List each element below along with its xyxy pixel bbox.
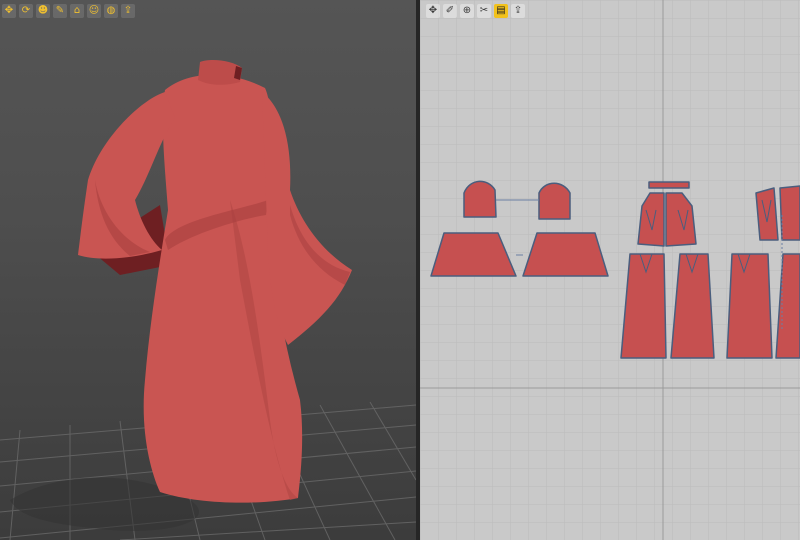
pattern-back-skirt-left[interactable]: [726, 253, 773, 359]
seam-tool-button[interactable]: ✂: [477, 4, 491, 18]
fold-tool-button[interactable]: ✎: [53, 4, 67, 18]
globe-texture-tool-button[interactable]: ◍: [104, 4, 118, 18]
segment-tool-button[interactable]: ⊕: [460, 4, 474, 18]
notch-icon: ⇪: [513, 5, 523, 16]
internal-line-tool-button[interactable]: ▤: [494, 4, 508, 18]
segment-icon: ⊕: [462, 5, 472, 16]
notch-tool-button[interactable]: ⇪: [511, 4, 525, 18]
seam-icon: ✂: [479, 5, 489, 16]
fold-icon: ✎: [55, 5, 65, 16]
hanger-icon: ⌂: [73, 5, 81, 16]
edit-pattern-icon: ✐: [445, 5, 455, 16]
avatar-tool-button[interactable]: ☻: [36, 4, 50, 18]
pattern-collar[interactable]: [648, 181, 690, 189]
measure-tool-button[interactable]: ☺: [87, 4, 101, 18]
gizmo-tool-button[interactable]: ⟳: [19, 4, 33, 18]
globe-texture-icon: ◍: [106, 5, 116, 16]
hanger-tool-button[interactable]: ⌂: [70, 4, 84, 18]
3d-scene[interactable]: [0, 0, 416, 540]
transform-pattern-icon: ✥: [428, 5, 438, 16]
avatar-icon: ☻: [37, 5, 49, 16]
pattern-back-bodice-right[interactable]: [779, 185, 800, 241]
pattern-back-bodice[interactable]: [755, 187, 779, 241]
2d-pattern-board[interactable]: [420, 0, 800, 540]
export-tool-button[interactable]: ⇪: [121, 4, 135, 18]
export-icon: ⇪: [123, 5, 133, 16]
pattern-sleeve-cap-right[interactable]: [538, 182, 571, 220]
transform-pattern-tool-button[interactable]: ✥: [426, 4, 440, 18]
2d-pattern-window[interactable]: ✥ ✐ ⊕ ✂ ▤ ⇪: [420, 0, 800, 540]
red-dress-3d[interactable]: [78, 60, 352, 503]
select-move-icon: ✥: [4, 5, 14, 16]
2d-toolbar: ✥ ✐ ⊕ ✂ ▤ ⇪: [426, 4, 525, 18]
3d-garment-viewport[interactable]: ✥ ⟳ ☻ ✎ ⌂ ☺ ◍ ⇪: [0, 0, 416, 540]
measure-icon: ☺: [88, 5, 100, 16]
edit-pattern-tool-button[interactable]: ✐: [443, 4, 457, 18]
3d-toolbar: ✥ ⟳ ☻ ✎ ⌂ ☺ ◍ ⇪: [2, 4, 135, 18]
pattern-sleeve-cap-left[interactable]: [463, 180, 497, 218]
select-move-tool-button[interactable]: ✥: [2, 4, 16, 18]
internal-line-icon: ▤: [496, 5, 506, 16]
pattern-sleeve-flare-right[interactable]: [522, 232, 609, 277]
gizmo-icon: ⟳: [21, 5, 31, 16]
clo3d-workspace: ✥ ⟳ ☻ ✎ ⌂ ☺ ◍ ⇪ ✥ ✐ ⊕ ✂ ▤ ⇪: [0, 0, 800, 540]
